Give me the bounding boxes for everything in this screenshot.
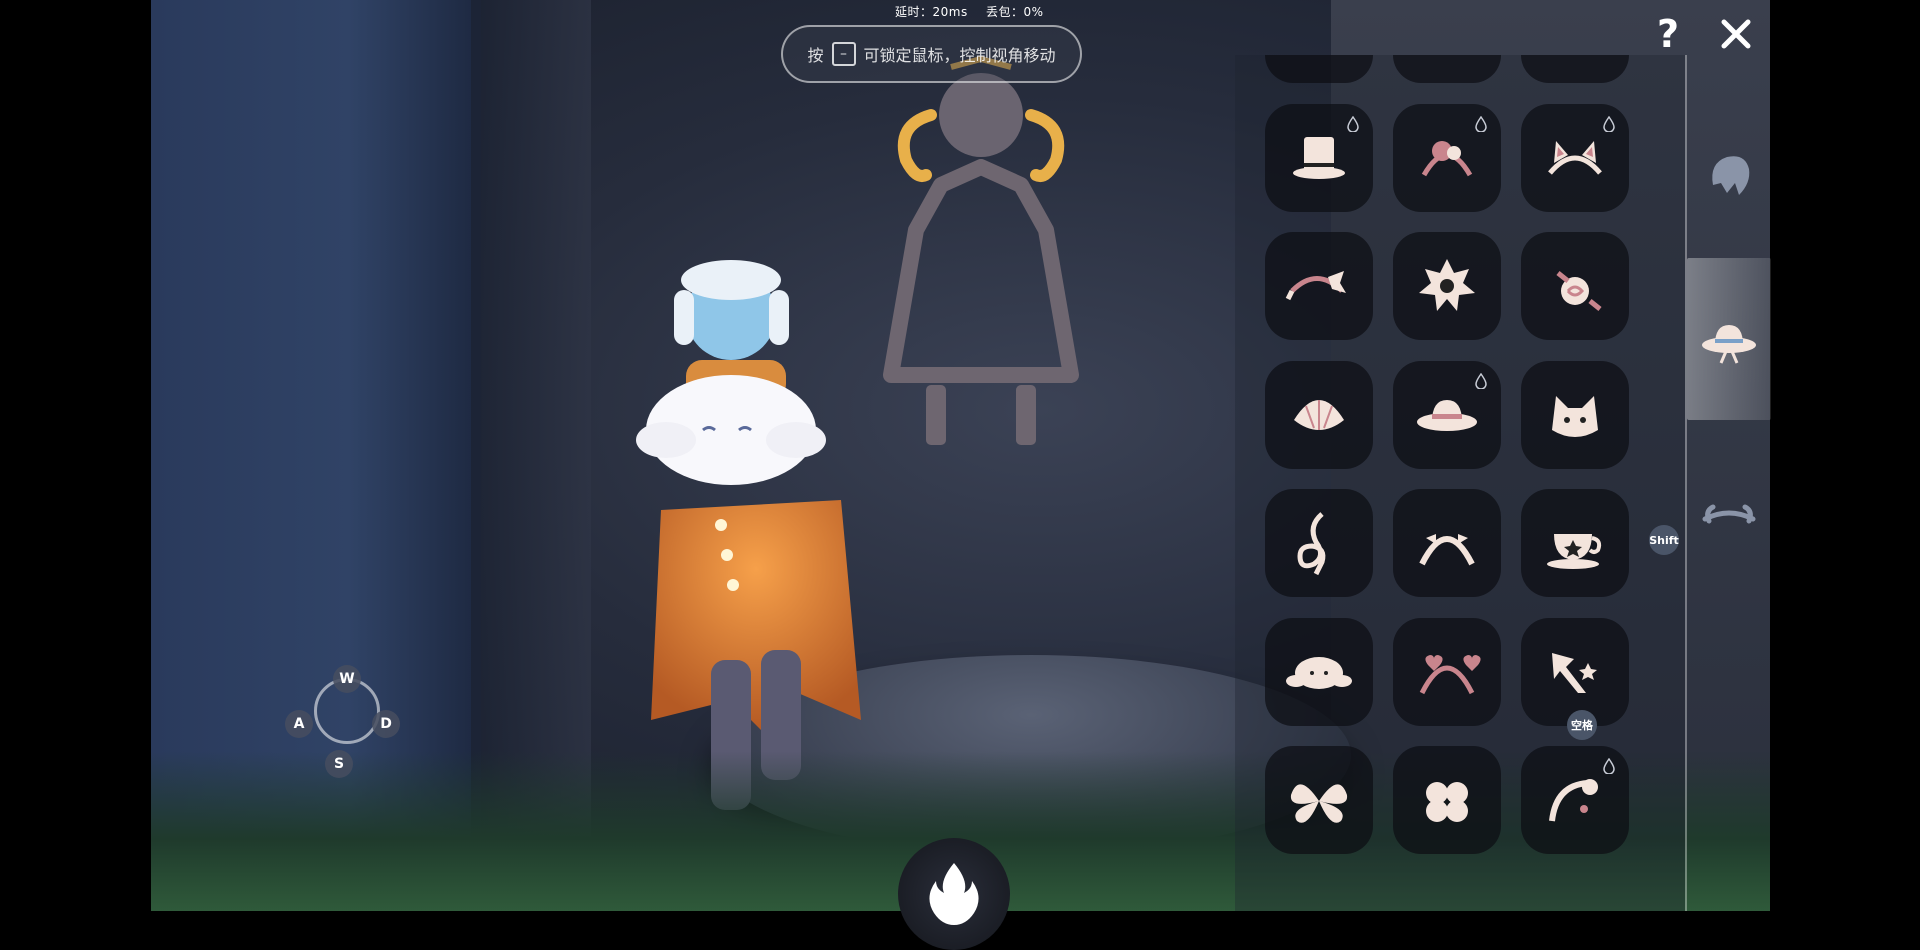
heart-headband-icon [1419,654,1481,694]
droplet-icon [1475,372,1487,389]
star-flower-icon [1419,259,1475,311]
wardrobe-item[interactable] [1521,617,1629,726]
wardrobe-item[interactable] [1521,746,1629,854]
cat-mask-icon [1552,395,1598,437]
wardrobe-item[interactable] [1521,360,1629,469]
wardrobe-item[interactable] [1521,103,1629,212]
droplet-icon [1475,115,1487,132]
close-icon[interactable] [1716,14,1756,54]
bow-cat-ears-icon [1284,55,1354,64]
shift-key-badge: Shift [1649,525,1679,555]
wardrobe-item[interactable] [1393,489,1501,597]
hint-prefix: 按 [807,46,824,65]
wardrobe-item[interactable] [1393,617,1501,726]
horns-icon [1702,504,1756,524]
category-sidebar [1685,55,1773,911]
wardrobe-item[interactable] [1265,746,1373,854]
wardrobe-item[interactable] [1265,617,1373,726]
wardrobe-item[interactable] [1265,360,1373,469]
movement-keys: W A D S [280,665,400,780]
fire-button[interactable] [898,838,1010,950]
latency-label: 延时：20ms [895,5,968,19]
ribbon-bow-headband-icon [1285,271,1346,301]
wardrobe-panel[interactable] [1235,55,1685,911]
keyboard-key-icon: ⎯ [831,42,856,66]
category-hat[interactable] [1687,258,1771,420]
player-character[interactable] [591,250,921,830]
packet-loss-label: 丢包：0% [986,5,1044,19]
seashell-clip-icon [1294,399,1344,430]
bow-headband-icon [1419,534,1475,566]
wardrobe-item[interactable] [1265,103,1373,212]
hair-icon [1712,156,1750,195]
wardrobe-item[interactable] [1393,55,1501,83]
letterbox-left [0,0,151,911]
clover-icon [1426,782,1468,822]
droplet-icon [1347,115,1359,132]
top-hat-icon [1293,136,1345,179]
cinnamoroll-icon [1286,656,1352,689]
wardrobe-item[interactable] [1265,489,1373,597]
wardrobe-item[interactable] [1521,489,1629,597]
teacup-icon [1547,534,1602,569]
wardrobe-item[interactable] [1393,232,1501,340]
wardrobe-item[interactable] [1521,232,1629,340]
help-button[interactable]: ? [1650,14,1686,54]
treble-clef-icon [1297,512,1326,576]
category-hair[interactable] [1687,115,1771,235]
flower-hairpin-icon [1549,779,1598,822]
butterfly-bow-icon [1290,784,1348,823]
hat-icon [1702,325,1756,364]
network-stats: 延时：20ms 丢包：0% [895,3,1058,20]
arrow-star-icon [1552,652,1597,693]
key-a[interactable]: A [285,710,313,738]
wardrobe-item[interactable] [1393,360,1501,469]
flame-icon [929,863,979,925]
flower-headband-icon [1421,140,1473,176]
droplet-icon [1603,115,1615,132]
rose-clip-icon [1556,271,1602,311]
wardrobe-item[interactable] [1265,55,1373,83]
mouse-lock-hint: 按 ⎯ 可锁定鼠标，控制视角移动 [781,25,1082,83]
sun-hat-icon [1417,399,1477,431]
wardrobe-item[interactable] [1393,103,1501,212]
wardrobe-item[interactable] [1521,55,1629,83]
letterbox-right [1770,0,1920,911]
hint-text: 可锁定鼠标，控制视角移动 [863,46,1056,65]
ribbon-headband-icon [1412,55,1482,64]
droplet-icon [1603,758,1615,774]
wardrobe-item[interactable] [1393,746,1501,854]
space-key-badge: 空格 [1567,710,1597,740]
category-horns[interactable] [1687,455,1771,575]
key-d[interactable]: D [372,710,400,738]
wardrobe-item[interactable] [1265,232,1373,340]
flower-clip-icon [1540,55,1610,64]
cat-ear-headband-icon [1548,140,1602,175]
key-w[interactable]: W [333,665,361,693]
key-s[interactable]: S [325,750,353,778]
